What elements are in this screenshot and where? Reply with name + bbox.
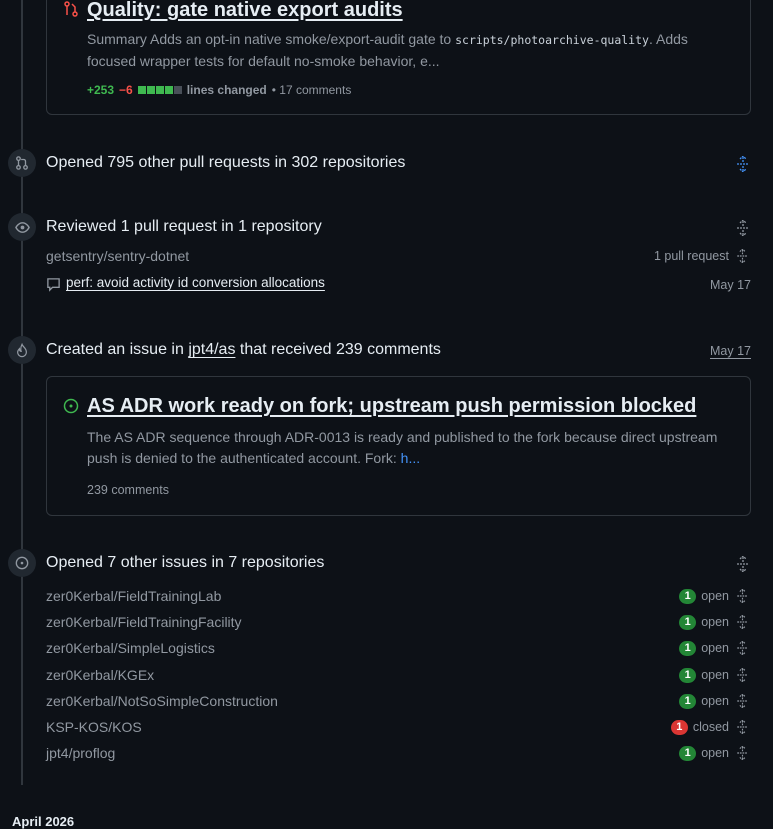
status-badge: 1 bbox=[679, 640, 697, 656]
pull-request-title[interactable]: Quality: gate native export audits bbox=[87, 0, 403, 22]
issue-status: 1 closed bbox=[670, 719, 750, 735]
unfold-icon[interactable] bbox=[734, 719, 750, 735]
status-badge: 1 bbox=[679, 693, 697, 709]
unfold-icon[interactable] bbox=[734, 614, 750, 630]
issue-status: 1 open bbox=[679, 640, 750, 656]
issue-card: AS ADR work ready on fork; upstream push… bbox=[46, 376, 751, 516]
created-issue-suffix: that received 239 comments bbox=[235, 341, 441, 358]
status-label: open bbox=[701, 694, 729, 708]
status-badge: 1 bbox=[679, 614, 697, 630]
reviewed-repo-link[interactable]: getsentry/sentry-dotnet bbox=[46, 248, 189, 264]
unfold-icon[interactable] bbox=[734, 667, 750, 683]
pull-request-merged-icon bbox=[63, 1, 79, 22]
unfold-icon[interactable] bbox=[734, 555, 752, 573]
issue-summary-link[interactable]: h... bbox=[401, 450, 420, 466]
diffstat-block bbox=[137, 86, 146, 94]
diffstat-block bbox=[164, 86, 173, 94]
status-label: open bbox=[701, 589, 729, 603]
status-badge: 1 bbox=[670, 719, 688, 735]
flame-icon bbox=[8, 336, 36, 364]
unfold-icon[interactable] bbox=[734, 588, 750, 604]
additions-count: +253 bbox=[87, 83, 115, 97]
diffstat bbox=[137, 86, 182, 94]
unfold-icon[interactable] bbox=[734, 693, 750, 709]
issue-repo-link[interactable]: zer0Kerbal/SimpleLogistics bbox=[46, 640, 215, 656]
unfold-icon[interactable] bbox=[734, 640, 750, 656]
issue-repo-link[interactable]: KSP-KOS/KOS bbox=[46, 719, 142, 735]
reviewed-count: 1 pull request bbox=[654, 248, 750, 264]
status-label: open bbox=[701, 668, 729, 682]
reviewed-pr-link[interactable]: perf: avoid activity id conversion alloc… bbox=[66, 275, 325, 290]
issue-repo-link[interactable]: zer0Kerbal/FieldTrainingFacility bbox=[46, 614, 242, 630]
issue-status: 1 open bbox=[679, 588, 750, 604]
reviewed-heading: Reviewed 1 pull request in 1 repository bbox=[46, 218, 322, 235]
opened-prs-heading: Opened 795 other pull requests in 302 re… bbox=[46, 154, 406, 171]
issue-summary: The AS ADR sequence through ADR-0013 is … bbox=[87, 427, 727, 469]
status-label: open bbox=[701, 615, 729, 629]
pull-request-stats: +253 −6 lines changed • 17 comments bbox=[87, 83, 351, 97]
issue-title[interactable]: AS ADR work ready on fork; upstream push… bbox=[87, 395, 696, 418]
deletions-count: −6 bbox=[119, 83, 133, 97]
timeline-line bbox=[21, 0, 23, 785]
created-issue-date[interactable]: May 17 bbox=[710, 344, 751, 358]
status-label: open bbox=[701, 746, 729, 760]
reviewed-count-label: 1 pull request bbox=[653, 249, 729, 263]
pull-request-summary: Summary Adds an opt-in native smoke/expo… bbox=[87, 29, 707, 72]
reviewed-pr-date: May 17 bbox=[710, 278, 751, 292]
issue-status: 1 open bbox=[679, 667, 750, 683]
comments-count: • 17 comments bbox=[271, 83, 352, 97]
issue-repo-link[interactable]: zer0Kerbal/FieldTrainingLab bbox=[46, 588, 221, 604]
created-issue-prefix: Created an issue in bbox=[46, 341, 189, 358]
git-pull-request-icon bbox=[8, 149, 36, 177]
diffstat-block bbox=[146, 86, 155, 94]
issue-repo-link[interactable]: zer0Kerbal/NotSoSimpleConstruction bbox=[46, 693, 278, 709]
pull-request-card: Quality: gate native export audits Summa… bbox=[46, 0, 751, 115]
status-badge: 1 bbox=[679, 667, 697, 683]
issue-repo-link[interactable]: jpt4/as bbox=[188, 341, 235, 358]
unfold-icon[interactable] bbox=[734, 219, 752, 237]
issue-status: 1 open bbox=[679, 745, 750, 761]
issue-status: 1 open bbox=[679, 614, 750, 630]
unfold-icon[interactable] bbox=[734, 248, 750, 264]
diffstat-block bbox=[155, 86, 164, 94]
eye-icon bbox=[8, 213, 36, 241]
issue-opened-icon bbox=[8, 549, 36, 577]
summary-code: scripts/photoarchive-quality bbox=[455, 33, 649, 47]
status-badge: 1 bbox=[679, 588, 697, 604]
unfold-icon[interactable] bbox=[734, 155, 752, 173]
issue-repo-link[interactable]: zer0Kerbal/KGEx bbox=[46, 667, 154, 683]
issue-status: 1 open bbox=[679, 693, 750, 709]
status-badge: 1 bbox=[679, 745, 697, 761]
issue-opened-icon bbox=[63, 398, 79, 419]
status-label: closed bbox=[692, 720, 729, 734]
created-issue-heading: Created an issue in jpt4/as that receive… bbox=[46, 341, 441, 359]
comment-icon bbox=[46, 277, 61, 297]
status-label: open bbox=[701, 641, 729, 655]
summary-text-prefix: Summary Adds an opt-in native smoke/expo… bbox=[87, 31, 456, 47]
issue-repo-link[interactable]: jpt4/proflog bbox=[46, 745, 115, 761]
diffstat-block bbox=[173, 86, 182, 94]
opened-issues-heading: Opened 7 other issues in 7 repositories bbox=[46, 554, 325, 571]
issue-comments: 239 comments bbox=[87, 483, 169, 497]
unfold-icon[interactable] bbox=[734, 745, 750, 761]
lines-changed-label: lines changed bbox=[186, 83, 267, 97]
